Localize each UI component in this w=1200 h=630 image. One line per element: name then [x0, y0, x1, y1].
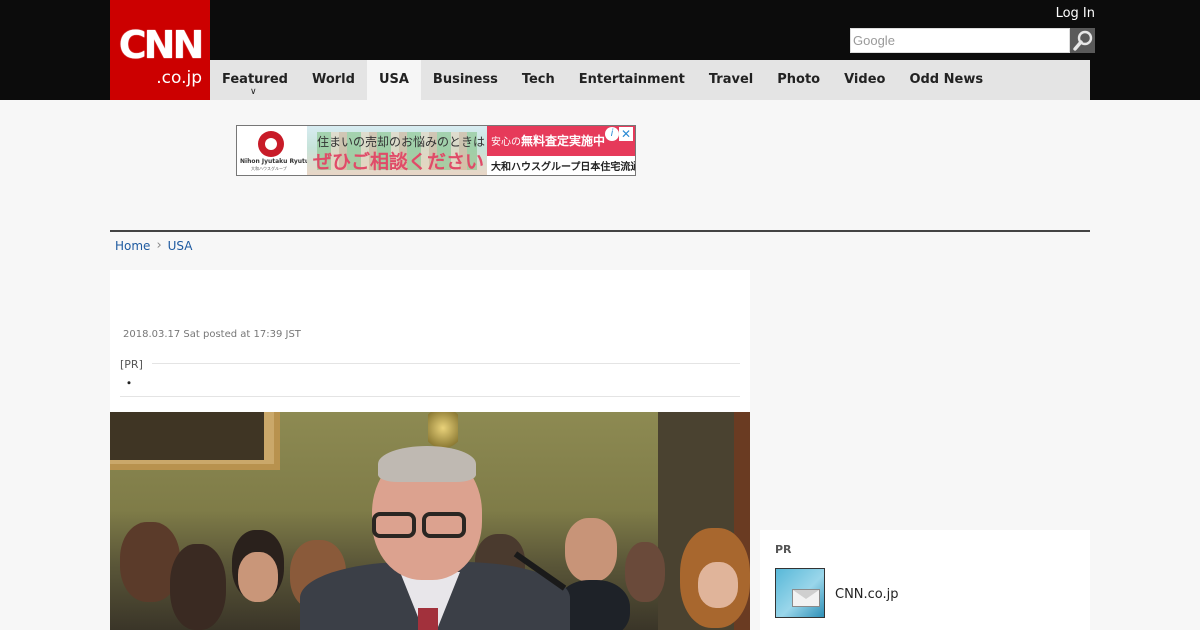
pr-link[interactable]: ・ — [123, 374, 135, 391]
ad-footer-text: 大和ハウスグループ日本住宅流通へ — [491, 162, 636, 173]
login-link[interactable]: Log In — [1056, 6, 1095, 21]
ad-info-icon[interactable]: i — [605, 127, 619, 141]
nav-item-entertainment[interactable]: Entertainment — [567, 60, 697, 100]
nav-item-odd-news[interactable]: Odd News — [897, 60, 995, 100]
nav-item-tech[interactable]: Tech — [510, 60, 567, 100]
ad-brand-name: Nihon Jyutaku Ryutu. — [240, 158, 312, 165]
article-card: 2018.03.17 Sat posted at 17:39 JST [PR] … — [110, 270, 750, 630]
nav-item-business[interactable]: Business — [421, 60, 510, 100]
nav-item-label: Business — [432, 72, 498, 87]
article-date: 2018.03.17 Sat posted at 17:39 JST — [123, 329, 301, 340]
ad-brand-area: Nihon Jyutaku Ryutu. 大和ハウスグループ — [237, 126, 311, 175]
ad-close-icon[interactable]: ✕ — [619, 127, 633, 141]
cnn-logo[interactable]: CNN .co.jp — [110, 0, 210, 100]
photo-glasses — [372, 512, 416, 538]
nav-item-label: Featured — [222, 72, 288, 87]
pr-divider-bottom — [120, 396, 740, 397]
nav-item-video[interactable]: Video — [832, 60, 897, 100]
main-nav: Featured ∨ World USA Business Tech Enter… — [210, 60, 1090, 100]
breadcrumb: Home › USA — [115, 238, 192, 253]
pr-label: [PR] — [120, 358, 143, 371]
pr-divider — [152, 363, 740, 364]
nav-item-travel[interactable]: Travel — [697, 60, 765, 100]
nav-item-featured[interactable]: Featured ∨ — [210, 60, 300, 100]
nav-item-world[interactable]: World — [300, 60, 367, 100]
ad-brand-subname: 大和ハウスグループ — [251, 166, 287, 171]
chevron-right-icon: › — [156, 238, 162, 253]
pr-item-link[interactable]: CNN.co.jp — [835, 587, 899, 602]
photo-person — [625, 542, 665, 602]
logo-subtext: .co.jp — [156, 68, 202, 88]
breadcrumb-usa[interactable]: USA — [168, 239, 193, 253]
ad-headline: ぜひご相談ください — [313, 151, 485, 173]
ad-offer-text: 無料査定実施中 — [521, 134, 606, 148]
nav-item-label: World — [311, 72, 355, 87]
nav-item-label: Odd News — [909, 72, 984, 87]
photo-person — [170, 544, 226, 630]
nav-item-label: USA — [378, 72, 409, 87]
pr-thumbnail[interactable] — [775, 568, 825, 618]
photo-speaker-hair — [378, 446, 476, 482]
chevron-down-icon: ∨ — [249, 87, 257, 97]
pr-box-title: PR — [775, 543, 792, 556]
logo-text: CNN — [118, 23, 205, 67]
ad-brand-logo-icon — [258, 131, 284, 157]
article-photo — [110, 412, 750, 630]
photo-person — [565, 518, 617, 582]
nav-item-label: Tech — [521, 72, 555, 87]
photo-person — [698, 562, 738, 608]
envelope-icon — [792, 589, 820, 607]
photo-speaker-tie — [418, 608, 438, 630]
nav-item-usa[interactable]: USA — [366, 60, 421, 100]
nav-item-label: Travel — [708, 72, 754, 87]
ad-banner[interactable]: Nihon Jyutaku Ryutu. 大和ハウスグループ 住まいの売却のお悩… — [236, 125, 636, 176]
nav-item-label: Entertainment — [578, 72, 685, 87]
section-divider — [110, 230, 1090, 232]
nav-item-label: Video — [844, 72, 886, 87]
nav-item-photo[interactable]: Photo — [765, 60, 832, 100]
photo-person — [238, 552, 278, 602]
search-button[interactable] — [1070, 28, 1095, 53]
sidebar-pr-box: PR CNN.co.jp — [760, 530, 1090, 630]
nav-item-label: Photo — [777, 72, 821, 87]
search-input[interactable] — [850, 28, 1070, 53]
ad-offer-prefix: 安心の — [491, 137, 521, 148]
search-icon — [1073, 30, 1093, 51]
breadcrumb-home[interactable]: Home — [115, 239, 150, 253]
photo-glasses — [422, 512, 466, 538]
photo-painting — [110, 412, 280, 470]
